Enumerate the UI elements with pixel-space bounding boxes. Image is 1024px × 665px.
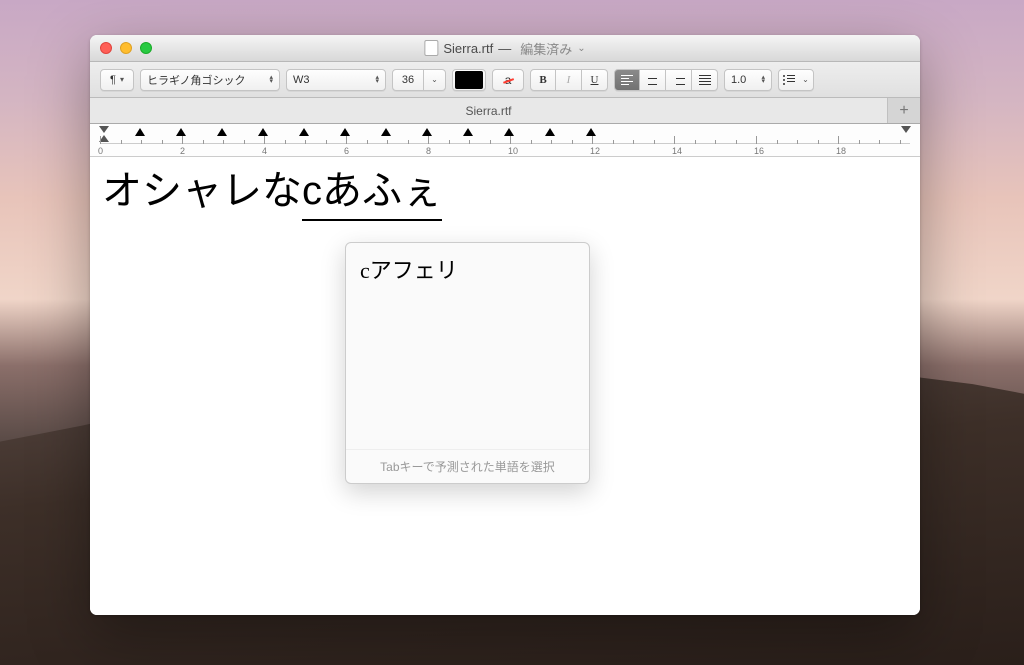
font-family-select[interactable]: ヒラギノ角ゴシック ▴▾ [140,69,280,91]
maximize-button[interactable] [140,42,152,54]
align-right-button[interactable] [666,69,692,91]
typed-text: オシャレな [102,169,302,213]
list-style-select[interactable]: ⌄ [778,69,814,91]
text-style-group: B I U [530,69,608,91]
ruler-tick-label: 12 [590,146,600,156]
candidate-item[interactable]: cアフェリ [346,243,589,295]
ruler[interactable]: 0 2 4 6 8 10 12 14 16 18 [90,124,920,157]
ruler-tick-label: 10 [508,146,518,156]
window-titlebar[interactable]: Sierra.rtf — 編集済み ⌄ [90,35,920,62]
plus-icon: + [899,102,908,120]
tab-label: Sierra.rtf [465,104,511,118]
document-tab[interactable]: Sierra.rtf [90,98,888,123]
tab-stop-marker[interactable] [176,128,186,136]
tab-stop-marker[interactable] [463,128,473,136]
document-text-line: オシャレなcあふぇ [102,167,908,215]
align-center-button[interactable] [640,69,666,91]
textedit-window: Sierra.rtf — 編集済み ⌄ ¶ ▾ ヒラギノ角ゴシック ▴▾ W3 … [90,35,920,615]
window-title-filename: Sierra.rtf [443,41,493,56]
tab-stop-marker[interactable] [586,128,596,136]
align-left-icon [621,75,633,85]
font-weight-select[interactable]: W3 ▴▾ [286,69,386,91]
orientation-select[interactable]: ¶ ▾ [100,69,134,91]
align-left-button[interactable] [614,69,640,91]
color-swatch-icon [455,71,483,89]
ime-composing-text: cあふぇ [302,169,442,221]
alignment-group [614,69,718,91]
highlight-color-button[interactable]: a [492,69,524,91]
document-icon [424,40,438,56]
align-right-icon [673,75,685,85]
tab-stop-marker[interactable] [422,128,432,136]
tab-stop-marker[interactable] [299,128,309,136]
edited-indicator: 編集済み [520,39,572,58]
ruler-tick-label: 18 [836,146,846,156]
right-indent-marker[interactable] [901,126,911,133]
document-editor[interactable]: オシャレなcあふぇ cアフェリ Tabキーで予測された単語を選択 [90,157,920,615]
ruler-tick-label: 0 [98,146,103,156]
underline-button[interactable]: U [582,69,608,91]
align-justify-button[interactable] [692,69,718,91]
tab-stop-marker[interactable] [340,128,350,136]
list-icon [783,75,795,85]
ruler-tick-label: 16 [754,146,764,156]
tab-stop-marker[interactable] [217,128,227,136]
font-size-group: 36 ⌄ [392,69,446,91]
minimize-button[interactable] [120,42,132,54]
format-toolbar: ¶ ▾ ヒラギノ角ゴシック ▴▾ W3 ▴▾ 36 ⌄ a B I U [90,62,920,98]
tab-stop-marker[interactable] [258,128,268,136]
line-spacing-label: 1.0 [731,74,746,86]
font-weight-label: W3 [293,74,310,86]
align-justify-icon [699,75,711,85]
line-spacing-select[interactable]: 1.0 ▴▾ [724,69,772,91]
tab-stop-marker[interactable] [545,128,555,136]
highlight-a-icon: a [505,73,512,87]
ruler-tick-label: 6 [344,146,349,156]
ruler-tick-label: 14 [672,146,682,156]
ime-candidate-popup: cアフェリ Tabキーで予測された単語を選択 [345,242,590,484]
candidate-hint: Tabキーで予測された単語を選択 [346,449,589,483]
font-family-label: ヒラギノ角ゴシック [147,72,246,88]
close-button[interactable] [100,42,112,54]
title-dropdown-icon[interactable]: ⌄ [577,43,585,54]
tab-stop-marker[interactable] [504,128,514,136]
italic-button[interactable]: I [556,69,582,91]
ruler-tick-label: 2 [180,146,185,156]
new-tab-button[interactable]: + [888,98,920,123]
ruler-tick-label: 4 [262,146,267,156]
text-color-button[interactable] [452,69,486,91]
pilcrow-icon: ¶ [110,74,116,86]
ruler-tick-label: 8 [426,146,431,156]
tab-stop-marker[interactable] [381,128,391,136]
font-size-stepper[interactable]: ⌄ [424,69,446,91]
align-center-icon [647,75,659,85]
font-size-field[interactable]: 36 [392,69,424,91]
tab-stop-marker[interactable] [135,128,145,136]
document-tabbar: Sierra.rtf + [90,98,920,124]
bold-button[interactable]: B [530,69,556,91]
window-title-separator: — [498,41,511,56]
